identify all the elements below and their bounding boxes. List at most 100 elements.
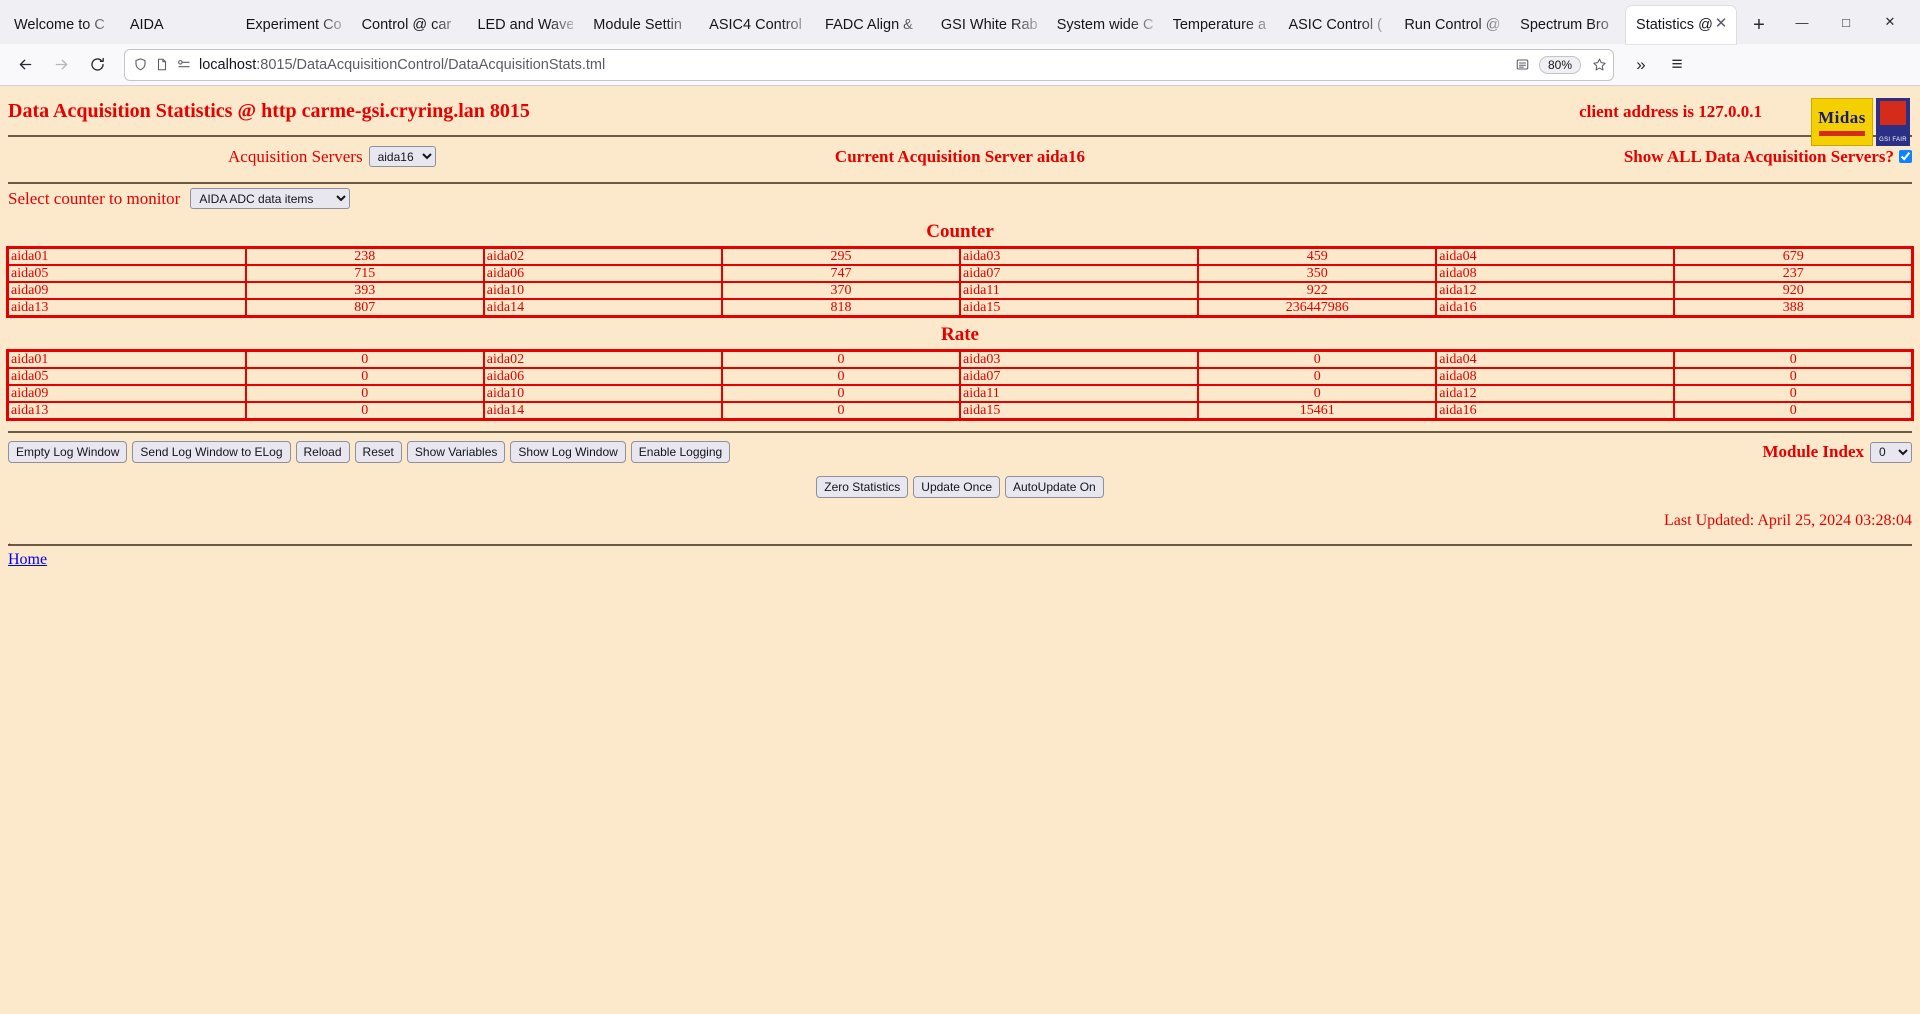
action-button[interactable]: Empty Log Window bbox=[8, 441, 128, 463]
tracking-protection-icon[interactable] bbox=[176, 57, 192, 72]
browser-tab-label: Module Settin bbox=[593, 17, 682, 33]
browser-tab[interactable]: Module Settin bbox=[583, 6, 699, 44]
browser-tab[interactable]: GSI White Rab bbox=[931, 6, 1047, 44]
app-menu-icon[interactable]: ≡ bbox=[1660, 49, 1694, 81]
reader-view-icon[interactable] bbox=[1515, 57, 1530, 72]
table-row: aida01 0 aida02 0 aida03 0 aida04 0 bbox=[6, 349, 1914, 369]
page-content: Data Acquisition Statistics @ http carme… bbox=[0, 86, 1920, 1014]
browser-tab-label: LED and Wave bbox=[477, 17, 574, 33]
back-icon[interactable] bbox=[8, 49, 42, 81]
maximize-icon[interactable]: □ bbox=[1824, 2, 1868, 42]
tab-close-icon[interactable]: ✕ bbox=[1712, 16, 1730, 34]
module-index-select[interactable]: 0 bbox=[1870, 441, 1912, 463]
show-all-servers-checkbox[interactable] bbox=[1899, 150, 1912, 163]
overflow-menu-icon[interactable]: » bbox=[1624, 49, 1658, 81]
tab-strip: Welcome to C AIDA Experiment Co Control @ c… bbox=[0, 0, 1920, 44]
toolbar-right: » ≡ bbox=[1624, 49, 1694, 81]
acquisition-server-select[interactable]: aida16 bbox=[368, 146, 436, 167]
counter-name-cell: aida13 bbox=[6, 298, 247, 318]
action-button[interactable]: Reset bbox=[354, 441, 402, 463]
counter-name-cell: aida05 bbox=[6, 367, 247, 386]
browser-tab[interactable]: AIDA bbox=[120, 6, 236, 44]
midas-logo-bar bbox=[1819, 131, 1865, 136]
page-info-icon[interactable] bbox=[155, 57, 169, 72]
browser-tab[interactable]: FADC Align & bbox=[815, 6, 931, 44]
shield-icon bbox=[133, 57, 148, 72]
table-row: aida09 0 aida10 0 aida11 0 aida12 0 bbox=[6, 384, 1914, 403]
action-button[interactable]: Show Log Window bbox=[510, 441, 626, 463]
page-header: Data Acquisition Statistics @ http carme… bbox=[0, 86, 1920, 123]
counter-value-cell: 0 bbox=[1673, 384, 1914, 403]
url-bar[interactable]: localhost:8015/DataAcquisitionControl/Da… bbox=[124, 48, 1614, 81]
browser-tab-label: Control @ car bbox=[361, 17, 452, 33]
action-button[interactable]: Send Log Window to ELog bbox=[132, 441, 291, 463]
page-title: Data Acquisition Statistics @ http carme… bbox=[8, 100, 530, 122]
browser-tab[interactable]: Statistics @ ✕ bbox=[1626, 6, 1737, 44]
action-button[interactable]: Enable Logging bbox=[630, 441, 731, 463]
server-controls-row: Acquisition Servers aida16 Current Acqui… bbox=[0, 137, 1920, 176]
counter-table-title: Counter bbox=[926, 221, 994, 242]
counter-value-cell: 15461 bbox=[1197, 401, 1438, 421]
star-icon[interactable] bbox=[1592, 57, 1607, 72]
counter-table-body: aida01 238 aida02 295 aida03 459 aida04 679 aida… bbox=[6, 246, 1914, 318]
browser-tab[interactable]: System wide C bbox=[1047, 6, 1163, 44]
forward-icon[interactable] bbox=[44, 49, 78, 81]
action-button[interactable]: Reload bbox=[295, 441, 350, 463]
browser-tab[interactable]: Control @ car bbox=[352, 6, 468, 44]
counter-name-cell: aida16 bbox=[1435, 298, 1676, 318]
counter-value-cell: 807 bbox=[244, 298, 485, 318]
show-all-servers-label: Show ALL Data Acquisition Servers? bbox=[1623, 146, 1894, 166]
primary-button-row: Empty Log Window Send Log Window to ELog R… bbox=[0, 433, 1920, 463]
counter-name-cell: aida13 bbox=[6, 401, 247, 421]
table-row: aida01 238 aida02 295 aida03 459 aida04 679 bbox=[6, 246, 1914, 266]
counter-name-cell: aida01 bbox=[6, 349, 247, 369]
counter-value-cell: 0 bbox=[720, 401, 962, 421]
browser-tab-label: GSI White Rab bbox=[940, 17, 1037, 33]
update-button[interactable]: Zero Statistics bbox=[816, 476, 909, 498]
counter-name-cell: aida03 bbox=[958, 349, 1200, 369]
rate-table-title: Rate bbox=[941, 324, 979, 345]
browser-tab[interactable]: ASIC Control ( bbox=[1278, 6, 1394, 44]
browser-tab[interactable]: Temperature a bbox=[1163, 6, 1279, 44]
browser-tab-label: AIDA bbox=[129, 17, 164, 33]
minimize-icon[interactable]: — bbox=[1780, 2, 1824, 42]
dot-separator: . bbox=[8, 533, 12, 548]
browser-tab[interactable]: Spectrum Bro bbox=[1510, 6, 1626, 44]
browser-tab-label: Temperature a bbox=[1172, 17, 1267, 33]
counter-value-cell: 0 bbox=[720, 384, 962, 403]
gsi-fair-logo: GSI FAIR bbox=[1876, 98, 1910, 146]
module-index-label: Module Index bbox=[1762, 442, 1864, 461]
reload-icon[interactable] bbox=[80, 49, 114, 81]
counter-name-cell: aida04 bbox=[1435, 349, 1676, 369]
last-updated-text: Last Updated: April 25, 2024 03:28:04 bbox=[1664, 512, 1912, 529]
browser-tab-label: System wide C bbox=[1056, 17, 1153, 33]
new-tab-button[interactable]: + bbox=[1742, 8, 1776, 42]
counter-value-cell: 0 bbox=[1673, 367, 1914, 386]
browser-tab[interactable]: ASIC4 Control bbox=[699, 6, 815, 44]
counter-value-cell: 0 bbox=[1197, 384, 1438, 403]
update-button[interactable]: AutoUpdate On bbox=[1005, 476, 1104, 498]
counter-value-cell: 0 bbox=[1197, 367, 1438, 386]
browser-tab[interactable]: Welcome to C bbox=[4, 6, 120, 44]
counter-name-cell: aida12 bbox=[1435, 384, 1676, 403]
zoom-level-badge[interactable]: 80% bbox=[1538, 55, 1581, 74]
home-link[interactable]: Home bbox=[8, 551, 47, 568]
counter-value-cell: 370 bbox=[720, 281, 962, 300]
counter-name-cell: aida06 bbox=[482, 264, 723, 283]
rate-table-body: aida01 0 aida02 0 aida03 0 aida04 0 aida05 0 aida0… bbox=[6, 349, 1914, 421]
browser-tab[interactable]: Run Control @ bbox=[1394, 6, 1510, 44]
counter-name-cell: aida14 bbox=[482, 298, 723, 318]
table-row: aida05 0 aida06 0 aida07 0 aida08 0 bbox=[6, 367, 1914, 386]
close-window-icon[interactable]: ✕ bbox=[1868, 2, 1912, 42]
counter-select[interactable]: AIDA ADC data items bbox=[190, 188, 351, 209]
browser-tab[interactable]: LED and Wave bbox=[467, 6, 583, 44]
counter-value-cell: 747 bbox=[720, 264, 962, 283]
navigation-toolbar: localhost:8015/DataAcquisitionControl/Da… bbox=[0, 44, 1920, 86]
action-button[interactable]: Show Variables bbox=[406, 441, 506, 463]
counter-value-cell: 0 bbox=[1673, 401, 1914, 421]
update-button[interactable]: Update Once bbox=[913, 476, 1000, 498]
counter-name-cell: aida10 bbox=[482, 384, 723, 403]
counter-value-cell: 295 bbox=[720, 246, 962, 266]
counter-name-cell: aida16 bbox=[1435, 401, 1676, 421]
browser-tab[interactable]: Experiment Co bbox=[236, 6, 352, 44]
